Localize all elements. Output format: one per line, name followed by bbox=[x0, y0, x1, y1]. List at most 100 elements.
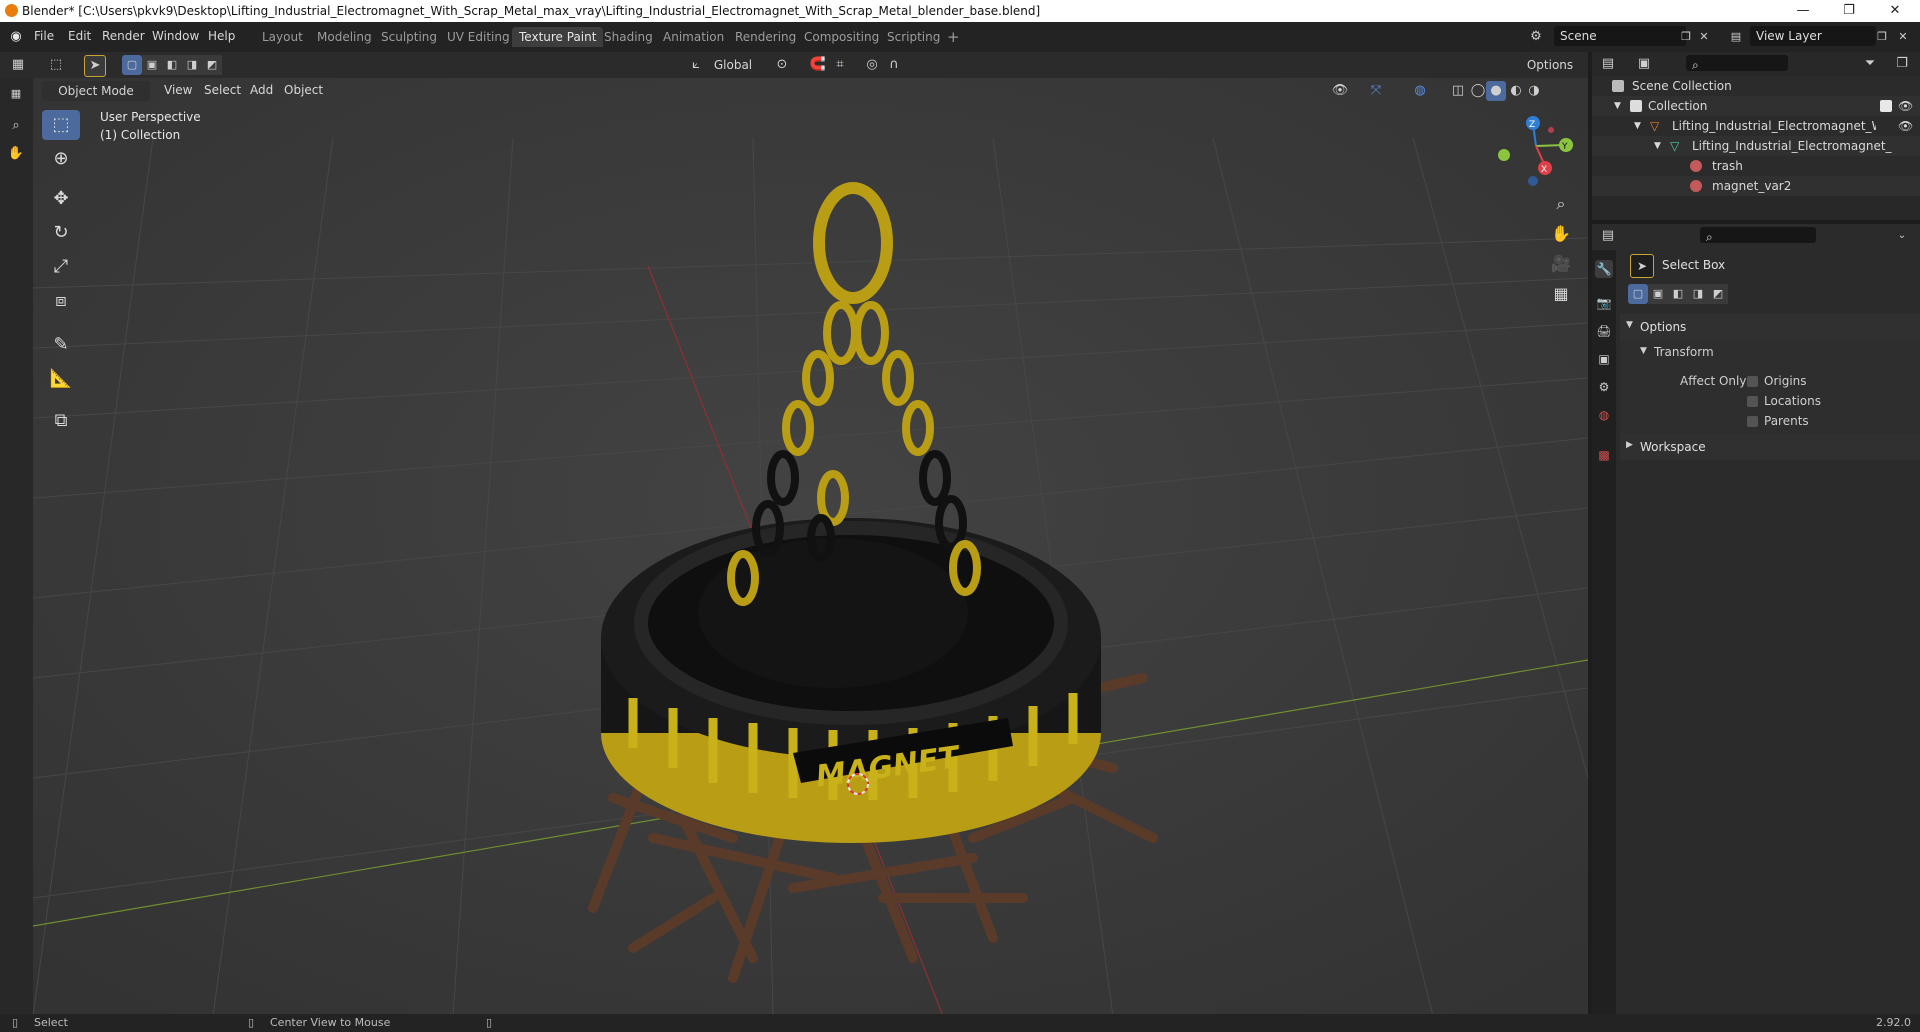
subpanel-title[interactable]: Transform bbox=[1654, 345, 1714, 359]
output-tab-icon[interactable]: 🖨 bbox=[1595, 322, 1613, 340]
solid-shading-icon[interactable]: ● bbox=[1486, 81, 1506, 101]
tool-settings-icon[interactable]: ⬚ bbox=[46, 55, 66, 75]
menu-window[interactable]: Window bbox=[152, 29, 199, 43]
select-mode-intersect-icon[interactable]: ◩ bbox=[202, 55, 222, 75]
outliner-row-scene-collection[interactable]: Scene Collection bbox=[1592, 76, 1920, 96]
view-layer-tab-icon[interactable]: ▣ bbox=[1595, 350, 1613, 368]
properties-search-input[interactable]: ⌕ bbox=[1700, 227, 1816, 244]
expand-arrow-icon[interactable]: ▼ bbox=[1654, 136, 1661, 156]
select-mode-subtract-icon[interactable]: ◧ bbox=[162, 55, 182, 75]
select-mode-extend-icon[interactable]: ▣ bbox=[142, 55, 162, 75]
proportional-falloff-icon[interactable]: ∩ bbox=[884, 55, 904, 75]
texture-tab-icon[interactable]: ▩ bbox=[1595, 446, 1613, 464]
outliner-search-input[interactable]: ⌕ bbox=[1686, 55, 1788, 72]
outliner-row-mesh[interactable]: ▼ ▽ Lifting_Industrial_Electromagnet_Wi bbox=[1592, 136, 1920, 156]
minimize-button[interactable]: — bbox=[1780, 0, 1826, 22]
eye-icon[interactable]: 👁 bbox=[1898, 96, 1913, 116]
scene-tab-icon[interactable]: ⚙ bbox=[1595, 378, 1613, 396]
origins-checkbox[interactable] bbox=[1747, 376, 1758, 387]
snap-icon[interactable]: 🧲 bbox=[808, 55, 828, 75]
move-tool-icon[interactable]: ✥ bbox=[42, 184, 80, 214]
object-mode-dropdown[interactable]: Object Mode bbox=[42, 81, 150, 101]
add-workspace-button[interactable]: + bbox=[940, 27, 967, 47]
scene-selector[interactable]: Scene bbox=[1554, 26, 1686, 46]
outliner-row-material[interactable]: trash bbox=[1592, 156, 1920, 176]
new-collection-icon[interactable]: ❐ bbox=[1892, 54, 1912, 74]
tab-scripting[interactable]: Scripting bbox=[880, 27, 947, 47]
tab-animation[interactable]: Animation bbox=[656, 27, 731, 47]
annotate-tool-icon[interactable]: ✎ bbox=[42, 330, 80, 360]
gizmo-toggle-icon[interactable]: ⤧ bbox=[1366, 81, 1386, 101]
proportional-edit-icon[interactable]: ◎ bbox=[862, 55, 882, 75]
transform-tool-icon[interactable]: ⧈ bbox=[42, 286, 80, 316]
active-tool-icon[interactable]: ➤ bbox=[84, 55, 106, 77]
camera-icon[interactable]: 🎥 bbox=[1549, 252, 1573, 276]
restore-button[interactable]: ❐ bbox=[1826, 0, 1872, 22]
workspace-panel-header[interactable]: ▶ Workspace bbox=[1620, 434, 1920, 460]
world-tab-icon[interactable]: ◍ bbox=[1595, 406, 1613, 424]
exclude-checkbox-icon[interactable] bbox=[1880, 100, 1892, 112]
material-shading-icon[interactable]: ◐ bbox=[1506, 81, 1526, 101]
locations-checkbox[interactable] bbox=[1747, 396, 1758, 407]
tool-tab-icon[interactable]: 🔧 bbox=[1595, 260, 1613, 278]
expand-arrow-icon[interactable]: ▼ bbox=[1640, 346, 1647, 356]
scale-tool-icon[interactable]: ⤢ bbox=[42, 252, 80, 282]
outliner-row-material[interactable]: magnet_var2 bbox=[1592, 176, 1920, 196]
menu-object[interactable]: Object bbox=[284, 83, 323, 97]
tab-compositing[interactable]: Compositing bbox=[797, 27, 886, 47]
eye-icon[interactable]: 👁 bbox=[1898, 116, 1913, 136]
mode-new-icon[interactable]: ▢ bbox=[1628, 284, 1648, 304]
menu-view[interactable]: View bbox=[164, 83, 192, 97]
wireframe-shading-icon[interactable]: ◯ bbox=[1468, 81, 1488, 101]
zoom-icon[interactable]: ⌕ bbox=[1549, 192, 1573, 216]
mode-intersect-icon[interactable]: ◩ bbox=[1708, 284, 1728, 304]
properties-editor-icon[interactable]: ▤ bbox=[1598, 226, 1618, 246]
options-dropdown[interactable]: Options bbox=[1520, 55, 1580, 75]
render-tab-icon[interactable]: 📷 bbox=[1595, 294, 1613, 312]
tab-texture-paint[interactable]: Texture Paint bbox=[512, 27, 604, 47]
view-layer-selector[interactable]: View Layer bbox=[1750, 26, 1876, 46]
menu-select[interactable]: Select bbox=[204, 83, 241, 97]
options-panel-header[interactable]: ▼ Options bbox=[1620, 314, 1920, 340]
select-mode-invert-icon[interactable]: ◨ bbox=[182, 55, 202, 75]
perspective-toggle-icon[interactable]: ▦ bbox=[1549, 282, 1573, 306]
parents-checkbox[interactable] bbox=[1747, 416, 1758, 427]
pan-hand-icon[interactable]: ✋ bbox=[1549, 222, 1573, 246]
tab-layout[interactable]: Layout bbox=[255, 27, 310, 47]
3d-viewport[interactable]: MAGNET Z Y X User Perspective (1) Collec… bbox=[33, 78, 1588, 1016]
tab-rendering[interactable]: Rendering bbox=[728, 27, 803, 47]
editor-type-icon[interactable]: ▦ bbox=[8, 55, 28, 75]
search-zoom-icon[interactable]: ⌕ bbox=[6, 116, 26, 136]
delete-view-layer-icon[interactable]: ✕ bbox=[1893, 27, 1913, 47]
delete-scene-icon[interactable]: ✕ bbox=[1694, 27, 1714, 47]
menu-add[interactable]: Add bbox=[250, 83, 273, 97]
select-box-tool-icon[interactable]: ⬚ bbox=[42, 110, 80, 140]
overlays-icon[interactable]: ◍ bbox=[1410, 81, 1430, 101]
mode-invert-icon[interactable]: ◨ bbox=[1688, 284, 1708, 304]
menu-edit[interactable]: Edit bbox=[68, 29, 91, 43]
transform-orientation-dropdown[interactable]: Global bbox=[704, 55, 762, 75]
xray-icon[interactable]: ◫ bbox=[1448, 81, 1468, 101]
filter-icon[interactable]: ⏷ bbox=[1860, 54, 1880, 74]
mode-subtract-icon[interactable]: ◧ bbox=[1668, 284, 1688, 304]
pivot-point-icon[interactable]: ⊙ bbox=[772, 55, 792, 75]
scene-icon[interactable]: ⚙ bbox=[1526, 27, 1546, 47]
expand-arrow-icon[interactable]: ▼ bbox=[1614, 96, 1621, 116]
cursor-tool-icon[interactable]: ⊕ bbox=[42, 144, 80, 174]
tab-shading[interactable]: Shading bbox=[597, 27, 660, 47]
menu-file[interactable]: File bbox=[34, 29, 54, 43]
menu-help[interactable]: Help bbox=[208, 29, 235, 43]
view-layer-icon[interactable]: ▤ bbox=[1726, 27, 1746, 47]
new-view-layer-icon[interactable]: ❐ bbox=[1872, 27, 1892, 47]
rotate-tool-icon[interactable]: ↻ bbox=[42, 218, 80, 248]
expand-arrow-icon[interactable]: ▼ bbox=[1634, 116, 1641, 136]
close-button[interactable]: ✕ bbox=[1872, 0, 1918, 22]
mode-extend-icon[interactable]: ▣ bbox=[1648, 284, 1668, 304]
menu-render[interactable]: Render bbox=[102, 29, 145, 43]
outliner-row-object[interactable]: ▼ ▽ Lifting_Industrial_Electromagnet_Wit… bbox=[1592, 116, 1920, 136]
tab-uv-editing[interactable]: UV Editing bbox=[440, 27, 517, 47]
display-mode-icon[interactable]: ▣ bbox=[1634, 54, 1654, 74]
select-mode-new-icon[interactable]: ▢ bbox=[122, 55, 142, 75]
add-cube-tool-icon[interactable]: ⧉ bbox=[42, 406, 80, 436]
grid-icon[interactable]: ▦ bbox=[6, 84, 26, 104]
